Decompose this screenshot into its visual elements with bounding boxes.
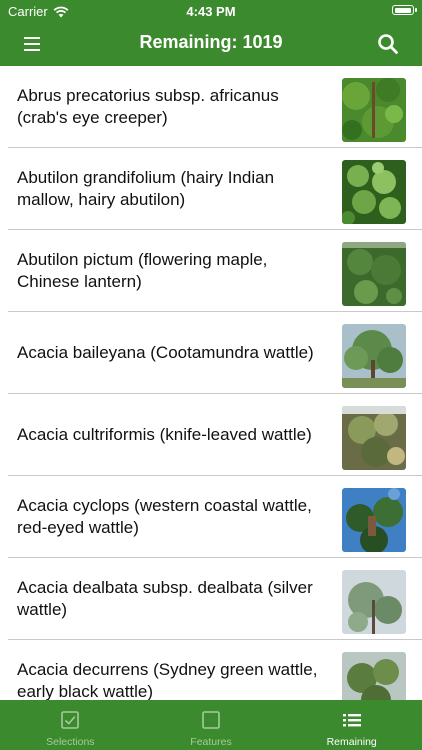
species-list[interactable]: Abrus precatorius subsp. africanus (crab… — [0, 66, 422, 700]
plant-photo — [342, 160, 406, 224]
checkbox-empty-icon — [202, 711, 220, 729]
plant-photo — [342, 488, 406, 552]
species-name: Abutilon pictum (flowering maple, Chines… — [17, 249, 268, 291]
species-name: Abutilon grandifolium (hairy Indian mall… — [17, 167, 275, 209]
list-item[interactable]: Abutilon grandifolium (hairy Indian mall… — [8, 148, 422, 230]
tab-label: Selections — [46, 736, 95, 748]
tab-label: Features — [190, 736, 232, 748]
header: Carrier 4:43 PM Remaining: 1019 — [0, 0, 422, 66]
list-item[interactable]: Abutilon pictum (flowering maple, Chines… — [8, 230, 422, 312]
plant-photo — [342, 78, 406, 142]
tab-remaining[interactable]: Remaining — [281, 700, 422, 750]
species-name: Acacia cultriformis (knife-leaved wattle… — [17, 424, 312, 444]
plant-photo — [342, 652, 406, 700]
species-name: Abrus precatorius subsp. africanus (crab… — [17, 85, 279, 127]
page-title: Remaining: 1019 — [139, 32, 283, 52]
plant-photo — [342, 242, 406, 306]
battery-icon — [392, 5, 417, 15]
species-name: Acacia cyclops (western coastal wattle, … — [17, 495, 312, 537]
list-item[interactable]: Acacia dealbata subsp. dealbata (silver … — [8, 558, 422, 640]
plant-photo — [342, 406, 406, 470]
list-item[interactable]: Acacia cyclops (western coastal wattle, … — [8, 476, 422, 558]
plant-photo — [342, 570, 406, 634]
plant-photo — [342, 324, 406, 388]
status-bar: Carrier 4:43 PM — [0, 0, 422, 22]
tab-bar: Selections Features Remaining — [0, 700, 422, 750]
list-item[interactable]: Abrus precatorius subsp. africanus (crab… — [8, 66, 422, 148]
tab-selections[interactable]: Selections — [0, 700, 141, 750]
species-name: Acacia dealbata subsp. dealbata (silver … — [17, 577, 313, 619]
list-icon — [342, 714, 361, 727]
checkbox-checked-icon — [61, 711, 80, 729]
tab-features[interactable]: Features — [141, 700, 282, 750]
search-icon — [378, 34, 398, 54]
list-item[interactable]: Acacia cultriformis (knife-leaved wattle… — [8, 394, 422, 476]
list-item[interactable]: Acacia decurrens (Sydney green wattle, e… — [8, 640, 422, 700]
tab-label: Remaining — [326, 736, 377, 748]
species-name: Acacia decurrens (Sydney green wattle, e… — [17, 659, 318, 701]
nav-bar: Remaining: 1019 — [0, 22, 422, 66]
search-button[interactable] — [376, 32, 400, 56]
status-time: 4:43 PM — [186, 4, 236, 19]
list-item[interactable]: Acacia baileyana (Cootamundra wattle) — [8, 312, 422, 394]
species-name: Acacia baileyana (Cootamundra wattle) — [17, 342, 314, 362]
